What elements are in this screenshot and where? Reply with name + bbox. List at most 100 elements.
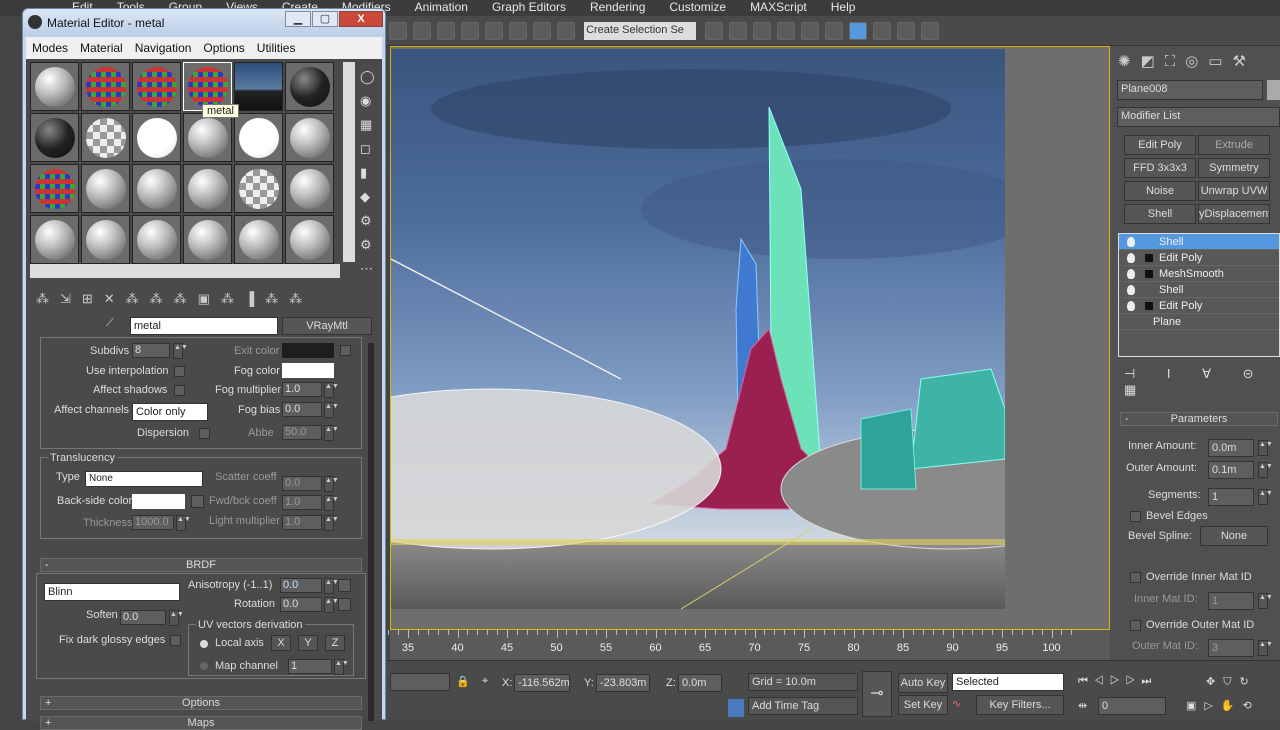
back-side-map-button[interactable] [191, 495, 204, 508]
back-side-color-swatch[interactable] [132, 494, 185, 509]
snap-icon[interactable] [461, 22, 479, 40]
render-frame-icon[interactable] [897, 22, 916, 40]
scatter-coeff-field[interactable]: 0.0 [282, 476, 322, 491]
material-slot[interactable] [30, 164, 79, 213]
modifier-button[interactable]: Extrude [1198, 135, 1270, 155]
anisotropy-spinner[interactable]: ▲▼ [324, 578, 339, 594]
override-inner-checkbox[interactable] [1130, 572, 1141, 583]
material-menu-item[interactable]: Options [197, 37, 250, 59]
material-menu-item[interactable]: Material [74, 37, 129, 59]
bevel-edges-checkbox[interactable] [1130, 511, 1141, 522]
material-slot[interactable] [285, 62, 334, 111]
menu-item[interactable]: Rendering [578, 0, 657, 16]
soften-field[interactable]: 0.0 [120, 610, 166, 625]
set-key-icon[interactable]: ⊸ [862, 671, 892, 717]
tool-icon[interactable] [437, 22, 455, 40]
material-type-button[interactable]: VRayMtl [282, 317, 372, 335]
expand-icon[interactable] [1145, 270, 1153, 278]
menu-item[interactable]: MAXScript [738, 0, 819, 16]
bottom-toolbar-icons[interactable]: ⁂⇲⊞✕⁂⁂⁂▣⁂▐⁂⁂ [36, 291, 313, 307]
fog-multiplier-spinner[interactable]: ▲▼ [324, 382, 339, 398]
maximize-button[interactable]: ▢ [312, 11, 338, 27]
map-channel-radio[interactable] [200, 662, 208, 670]
subdivs-spinner[interactable]: ▲▼ [173, 343, 188, 359]
scatter-coeff-spinner[interactable]: ▲▼ [324, 476, 339, 492]
material-slot[interactable] [132, 164, 181, 213]
material-slot[interactable] [234, 164, 283, 213]
modifier-button[interactable]: Symmetry [1198, 158, 1270, 178]
title-bar[interactable]: Material Editor - metal ▁ ▢ X [23, 9, 385, 37]
key-mode-icon[interactable]: ⇹ [1078, 699, 1087, 712]
edit-named-sel-icon[interactable] [557, 22, 575, 40]
fog-bias-spinner[interactable]: ▲▼ [324, 402, 339, 418]
use-interpolation-checkbox[interactable] [174, 366, 185, 377]
material-slot[interactable] [30, 215, 79, 264]
z-coordinate-field[interactable]: 0.0m [678, 674, 722, 692]
modifier-button[interactable]: Noise [1124, 181, 1196, 201]
material-slot[interactable] [183, 164, 232, 213]
time-ruler[interactable]: 35 40 45 50 55 60 65 70 75 80 85 90 95 100 [368, 630, 1110, 660]
rotation-spinner[interactable]: ▲▼ [324, 597, 339, 613]
thickness-spinner[interactable]: ▲▼ [176, 515, 191, 531]
curve-editor-icon[interactable] [801, 22, 820, 40]
lightbulb-icon[interactable] [1127, 253, 1135, 263]
inner-mat-id-field[interactable]: 1 [1208, 592, 1254, 610]
light-multiplier-spinner[interactable]: ▲▼ [324, 515, 339, 531]
material-slot[interactable] [81, 62, 130, 111]
affect-shadows-checkbox[interactable] [174, 385, 185, 396]
brdf-type-dropdown[interactable]: Blinn [44, 583, 180, 601]
fog-multiplier-field[interactable]: 1.0 [282, 382, 322, 397]
modifier-list-dropdown[interactable]: Modifier List [1117, 107, 1280, 127]
slots-vertical-scrollbar[interactable] [343, 62, 355, 262]
object-name-field[interactable]: Plane008 [1117, 80, 1263, 100]
key-filters-button[interactable]: Key Filters... [976, 695, 1064, 715]
inner-mat-id-spinner[interactable]: ▲▼ [1258, 593, 1273, 609]
lightbulb-icon[interactable] [1127, 269, 1135, 279]
axis-z-button[interactable]: Z [325, 635, 345, 651]
translucency-type-dropdown[interactable]: None [85, 471, 203, 487]
maps-rollout-header[interactable]: + Maps [40, 716, 362, 730]
material-slot[interactable] [132, 62, 181, 111]
bevel-spline-button[interactable]: None [1200, 526, 1268, 546]
material-slot[interactable] [285, 113, 334, 162]
subdivs-field[interactable]: 8 [132, 343, 170, 358]
outer-mat-id-field[interactable]: 3 [1208, 639, 1254, 657]
abbe-field[interactable]: 50.0 [282, 425, 322, 440]
menu-item[interactable]: Help [819, 0, 868, 16]
minimize-button[interactable]: ▁ [285, 11, 311, 27]
thickness-field[interactable]: 1000.0 [132, 515, 174, 530]
outer-amount-field[interactable]: 0.1m [1208, 461, 1254, 479]
modifier-stack-item[interactable]: Shell [1119, 234, 1279, 250]
rotation-map-button[interactable] [338, 598, 351, 611]
stack-tools-icons[interactable]: ⊣ I ∀ ⊝ ▦ [1124, 366, 1280, 398]
segments-field[interactable]: 1 [1208, 488, 1254, 506]
modifier-stack-item[interactable]: Edit Poly [1119, 298, 1279, 314]
fog-color-swatch[interactable] [282, 363, 334, 378]
modifier-stack-item[interactable]: Plane [1119, 314, 1279, 330]
material-name-dropdown[interactable]: metal [130, 317, 278, 335]
expand-icon[interactable] [1145, 254, 1153, 262]
expand-icon[interactable] [1145, 302, 1153, 310]
material-slot[interactable] [30, 62, 79, 111]
fwd-bck-coeff-field[interactable]: 1.0 [282, 495, 322, 510]
material-slot[interactable] [81, 215, 130, 264]
selection-set-dropdown[interactable]: Create Selection Se [584, 22, 697, 40]
outer-mat-id-spinner[interactable]: ▲▼ [1258, 640, 1273, 656]
viewport-perspective[interactable] [390, 46, 1110, 630]
viewport-nav-icons[interactable]: ✥⛉↻ [1206, 675, 1257, 689]
maxscript-listener[interactable] [390, 673, 450, 691]
modifier-button[interactable]: FFD 3x3x3 [1124, 158, 1196, 178]
tool-icon[interactable] [389, 22, 407, 40]
params-scrollbar[interactable] [368, 343, 374, 721]
options-rollout-header[interactable]: + Options [40, 696, 362, 710]
layers-icon[interactable] [753, 22, 772, 40]
material-menu-item[interactable]: Modes [26, 37, 74, 59]
eyedropper-icon[interactable]: ⟋ [106, 317, 114, 330]
modifier-stack[interactable]: Shell Edit Poly MeshSmooth Shell Edit Poly Pl… [1118, 233, 1280, 357]
render-setup-icon[interactable] [873, 22, 892, 40]
material-slot[interactable] [234, 215, 283, 264]
rotation-field[interactable]: 0.0 [280, 597, 322, 612]
anisotropy-field[interactable]: 0.0 [280, 578, 322, 593]
abbe-spinner[interactable]: ▲▼ [324, 425, 339, 441]
playback-controls[interactable]: ⏮◁▷▷⏭ [1078, 675, 1157, 688]
